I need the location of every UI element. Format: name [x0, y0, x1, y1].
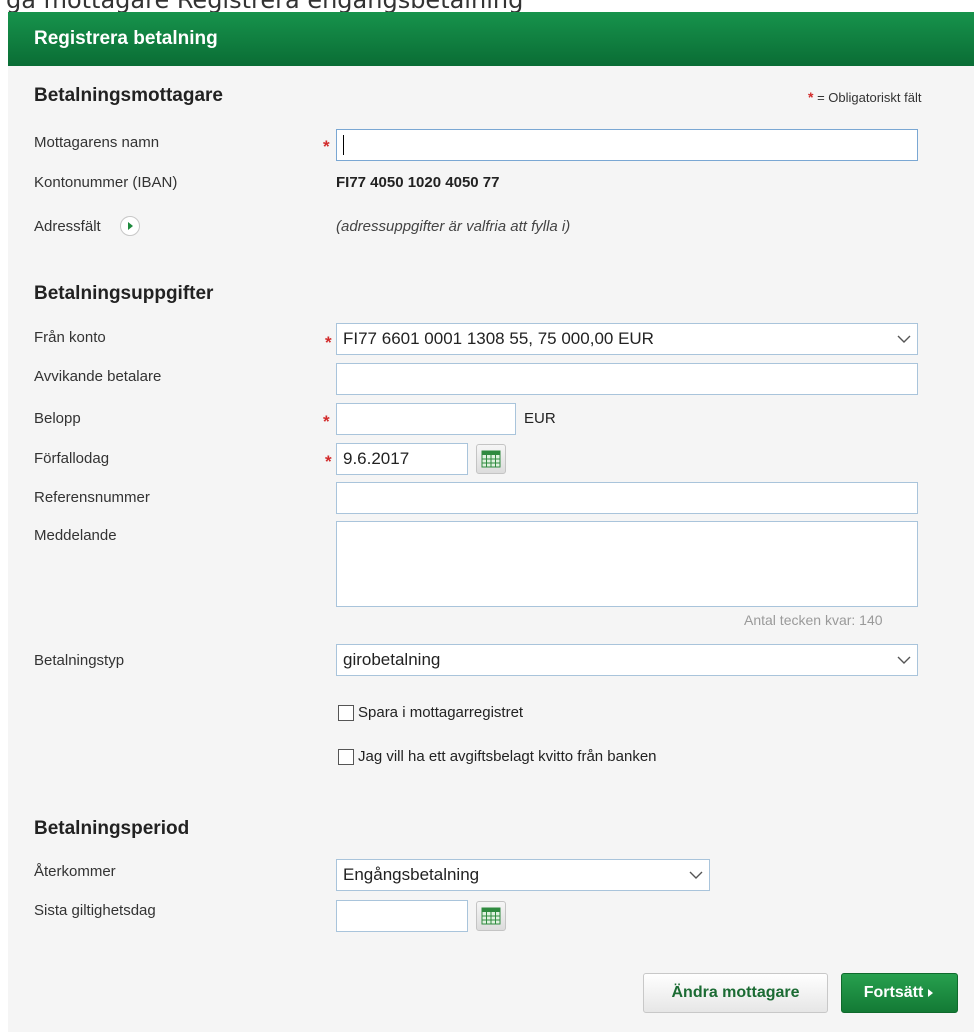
chevron-down-icon	[897, 335, 911, 343]
text-cursor	[343, 135, 344, 155]
due-date-label: Förfallodag	[34, 450, 110, 467]
message-label: Meddelande	[34, 527, 117, 544]
payment-type-select[interactable]: girobetalning	[336, 644, 918, 676]
receipt-label: Jag vill ha ett avgiftsbelagt kvitto frå…	[358, 748, 657, 765]
recurring-label: Återkommer	[34, 863, 116, 880]
required-legend-text: = Obligatoriskt fält	[817, 90, 922, 105]
payment-section-title: Betalningsuppgifter	[34, 283, 214, 304]
reference-input[interactable]	[336, 482, 918, 514]
required-star: *	[325, 333, 332, 352]
save-recipient-checkbox[interactable]	[338, 705, 354, 721]
due-date-value: 9.6.2017	[343, 449, 410, 468]
last-valid-input[interactable]	[336, 900, 468, 932]
recipient-name-label: Mottagarens namn	[34, 134, 160, 151]
from-account-label: Från konto	[34, 329, 106, 346]
arrow-right-icon[interactable]	[120, 216, 140, 236]
required-legend: * = Obligatoriskt fält	[808, 89, 921, 105]
continue-label: Fortsätt	[863, 984, 924, 1001]
continue-button[interactable]: Fortsätt	[841, 973, 958, 1013]
last-valid-label: Sista giltighetsdag	[34, 902, 156, 919]
iban-label: Kontonummer (IBAN)	[34, 174, 178, 191]
change-recipient-button[interactable]: Ändra mottagare	[643, 973, 828, 1013]
arrow-right-icon	[928, 989, 934, 997]
recipient-name-input[interactable]	[336, 129, 918, 161]
page-header: Registrera betalning	[8, 12, 974, 66]
required-star: *	[808, 89, 814, 105]
recurring-select[interactable]: Engångsbetalning	[336, 859, 710, 891]
address-label: Adressfält	[34, 218, 101, 235]
save-recipient-label: Spara i mottagarregistret	[358, 704, 524, 721]
payment-type-label: Betalningstyp	[34, 652, 125, 669]
iban-value: FI77 4050 1020 4050 77	[336, 174, 500, 191]
from-account-select[interactable]: FI77 6601 0001 1308 55, 75 000,00 EUR	[336, 323, 918, 355]
partial-top-text: ga mottagare Registrera engångsbetalning	[0, 0, 974, 12]
amount-label: Belopp	[34, 410, 81, 427]
required-star: *	[323, 137, 330, 156]
other-payer-label: Avvikande betalare	[34, 368, 162, 385]
required-star: *	[323, 412, 330, 431]
other-payer-input[interactable]	[336, 363, 918, 395]
address-hint: (adressuppgifter är valfria att fylla i)	[336, 218, 571, 235]
receipt-checkbox[interactable]	[338, 749, 354, 765]
recurring-value: Engångsbetalning	[343, 865, 480, 884]
amount-input[interactable]	[336, 403, 516, 435]
calendar-icon[interactable]	[476, 901, 506, 931]
from-account-value: FI77 6601 0001 1308 55, 75 000,00 EUR	[343, 329, 654, 348]
payment-type-value: girobetalning	[343, 650, 441, 669]
reference-label: Referensnummer	[34, 489, 150, 506]
period-section-title: Betalningsperiod	[34, 818, 190, 839]
calendar-icon[interactable]	[476, 444, 506, 474]
page-title: Registrera betalning	[34, 28, 218, 49]
recipient-section-title: Betalningsmottagare	[34, 85, 223, 106]
change-recipient-label: Ändra mottagare	[671, 984, 800, 1001]
due-date-input[interactable]: 9.6.2017	[336, 443, 468, 475]
characters-left: Antal tecken kvar: 140	[744, 612, 883, 628]
required-star: *	[325, 452, 332, 471]
chevron-down-icon	[897, 656, 911, 664]
chevron-down-icon	[689, 871, 703, 879]
currency-label: EUR	[524, 410, 556, 427]
message-textarea[interactable]	[336, 521, 918, 607]
